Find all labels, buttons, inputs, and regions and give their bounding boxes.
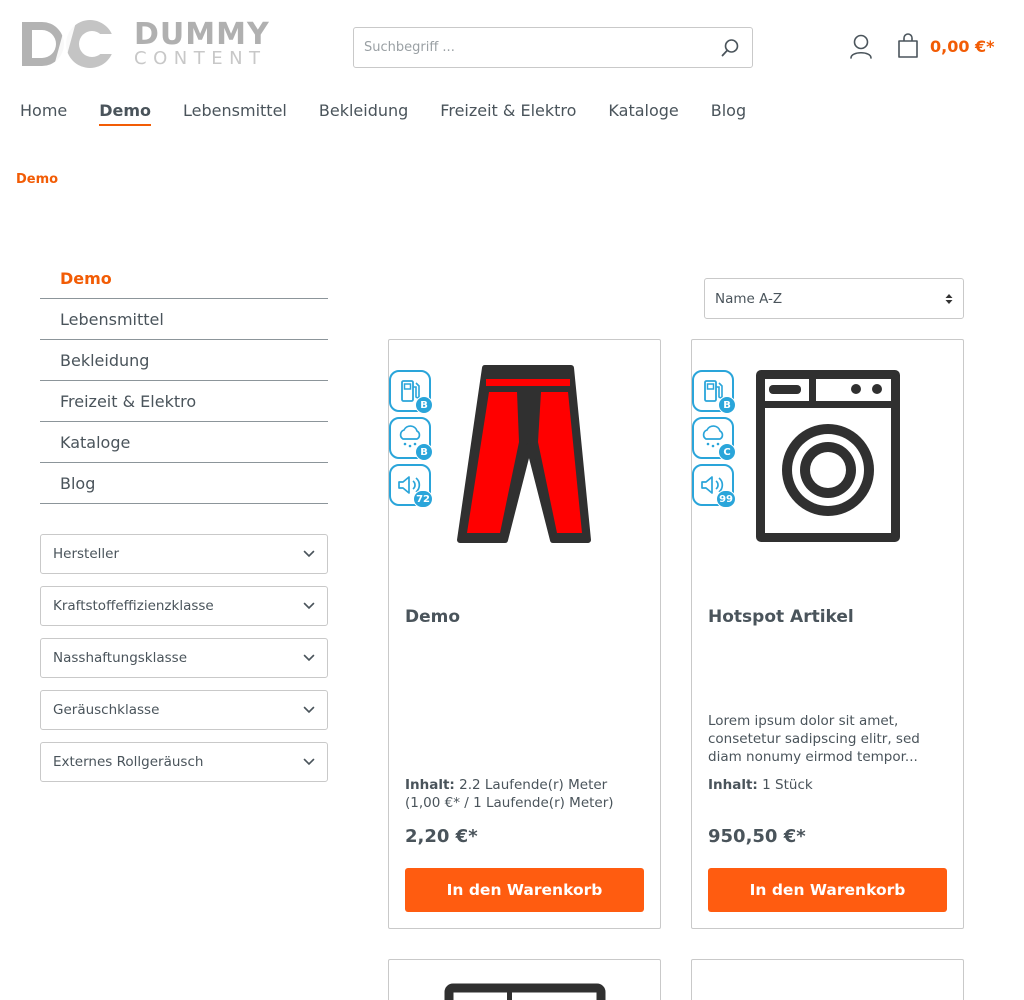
nav-item-freizeit-elektro[interactable]: Freizeit & Elektro [440,101,576,126]
badge-value: B [718,396,736,414]
filter-nasshaftungsklasse[interactable]: Nasshaftungsklasse [40,638,328,678]
noise-badge: 72 [389,464,433,508]
chevron-down-icon [303,654,315,662]
filter-hersteller[interactable]: Hersteller [40,534,328,574]
sidebar-categories: Demo Lebensmittel Bekleidung Freizeit & … [40,258,328,504]
sidebar-item-demo[interactable]: Demo [40,258,328,299]
filter-kraftstoffeffizienzklasse[interactable]: Kraftstoffeffizienzklasse [40,586,328,626]
filter-label: Kraftstoffeffizienzklasse [53,598,214,614]
filter-externes-rollgeraeusch[interactable]: Externes Rollgeräusch [40,742,328,782]
nav-item-kataloge[interactable]: Kataloge [608,101,678,126]
product-card [388,959,661,1000]
content-label: Inhalt: [405,777,455,793]
search-icon [721,38,739,56]
user-icon [850,34,872,59]
search-box [353,27,753,68]
filter-geraeuschklasse[interactable]: Geräuschklasse [40,690,328,730]
add-to-cart-button[interactable]: In den Warenkorb [708,868,947,912]
product-image[interactable] [389,960,662,1000]
noise-badge: 99 [692,464,736,508]
badge-value: 99 [716,490,736,508]
nav-item-bekleidung[interactable]: Bekleidung [319,101,408,126]
product-card: B B 72 Demo Inhalt: 2.2 Laufende(r) Mete… [388,339,661,929]
chevron-down-icon [303,550,315,558]
product-price: 2,20 €* [405,826,478,847]
filter-panel: Hersteller Kraftstoffeffizienzklasse Nas… [40,534,328,794]
product-name[interactable]: Demo [405,607,460,627]
sidebar-item-kataloge[interactable]: Kataloge [40,422,328,463]
content-label: Inhalt: [708,777,758,793]
cart-total: 0,00 €* [930,36,995,56]
badge-value: C [718,443,736,461]
product-content: Inhalt: 1 Stück [708,776,948,794]
sort-arrows-icon [945,293,953,304]
add-to-cart-button[interactable]: In den Warenkorb [405,868,644,912]
sort-select[interactable]: Name A-Z [704,278,964,319]
chevron-down-icon [303,758,315,766]
product-content: Inhalt: 2.2 Laufende(r) Meter (1,00 €* /… [405,776,645,812]
pants-image[interactable] [449,360,599,550]
nav-item-lebensmittel[interactable]: Lebensmittel [183,101,287,126]
product-card [691,959,964,1000]
badge-value: B [415,443,433,461]
content-value: 2.2 Laufende(r) Meter [459,777,608,793]
fuel-efficiency-badge: B [389,370,433,414]
cart-icon [898,33,918,58]
main-navigation: Home Demo Lebensmittel Bekleidung Freize… [20,101,778,126]
product-name[interactable]: Hotspot Artikel [708,607,854,627]
logo[interactable]: DUMMY CONTENT [20,18,270,70]
logo-brand-bottom: CONTENT [134,48,267,69]
product-price: 950,50 €* [708,826,806,847]
sidebar-item-bekleidung[interactable]: Bekleidung [40,340,328,381]
nav-item-blog[interactable]: Blog [711,101,746,126]
product-badges: B B 72 [389,370,433,511]
wet-grip-badge: B [389,417,433,461]
product-card: B C 99 Hotspot Artikel Lorem ipsum dolor… [691,339,964,929]
logo-brand-top: DUMMY [134,17,270,52]
washing-machine-image[interactable] [752,360,902,550]
filter-label: Nasshaftungsklasse [53,650,188,666]
sort-selected-value: Name A-Z [715,290,783,307]
badge-value: B [415,396,433,414]
badge-value: 72 [413,490,433,508]
filter-label: Geräuschklasse [53,702,160,718]
chevron-down-icon [303,706,315,714]
content-value: 1 Stück [762,777,813,793]
chevron-down-icon [303,602,315,610]
unit-price: (1,00 €* / 1 Laufende(r) Meter) [405,795,614,811]
account-button[interactable] [848,34,874,62]
nav-item-demo[interactable]: Demo [99,101,151,126]
filter-label: Hersteller [53,546,119,562]
product-description: Lorem ipsum dolor sit amet, consetetur s… [708,713,920,765]
cart-button[interactable]: 0,00 €* [896,32,995,60]
fuel-efficiency-badge: B [692,370,736,414]
nav-item-home[interactable]: Home [20,101,67,126]
wet-grip-badge: C [692,417,736,461]
product-badges: B C 99 [692,370,736,511]
search-button[interactable] [708,28,752,67]
sidebar-item-freizeit-elektro[interactable]: Freizeit & Elektro [40,381,328,422]
sidebar-item-blog[interactable]: Blog [40,463,328,504]
logo-text: DUMMY CONTENT [134,20,270,68]
breadcrumb[interactable]: Demo [16,172,58,187]
search-input[interactable] [354,28,708,67]
sidebar-item-lebensmittel[interactable]: Lebensmittel [40,299,328,340]
logo-mark [20,18,120,70]
filter-label: Externes Rollgeräusch [53,754,204,770]
